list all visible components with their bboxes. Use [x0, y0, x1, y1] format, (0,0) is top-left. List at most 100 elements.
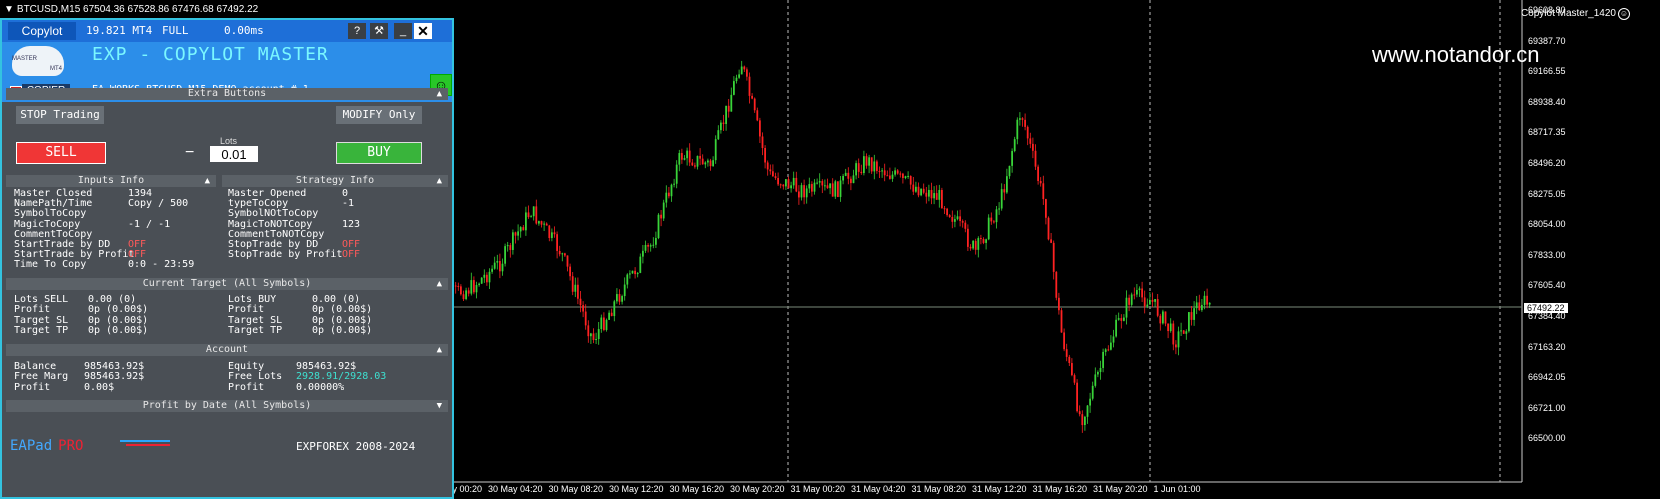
- candle-body: [717, 130, 720, 140]
- collapse-icon[interactable]: ▲: [437, 88, 442, 100]
- candle-body: [694, 165, 696, 167]
- logo-pad-text: Pad: [26, 438, 53, 454]
- candle-body: [701, 158, 704, 165]
- candle-body: [1073, 375, 1076, 383]
- candle-body: [1039, 181, 1042, 184]
- lots-decrease-button[interactable]: −: [185, 144, 194, 162]
- help-button[interactable]: ?: [348, 23, 366, 39]
- candle-body: [553, 232, 556, 235]
- candle-body: [959, 216, 961, 222]
- candle-body: [920, 188, 922, 196]
- candle-body: [831, 183, 834, 197]
- info-key: Target SL: [14, 314, 69, 326]
- candle-body: [948, 215, 951, 217]
- candle-body: [886, 175, 889, 177]
- collapse-icon[interactable]: ▲: [437, 344, 442, 356]
- candle-body: [501, 263, 504, 272]
- candle-body: [954, 219, 956, 222]
- candle-body: [626, 274, 629, 285]
- account-header[interactable]: Account ▲: [6, 344, 448, 356]
- candle-body: [733, 81, 735, 95]
- tab-copylot[interactable]: Copylot: [8, 22, 76, 40]
- info-value: 985463.92$: [84, 361, 145, 372]
- candle-body: [1206, 295, 1208, 305]
- candle-body: [590, 333, 592, 337]
- candle-body: [1068, 356, 1071, 364]
- inputs-info-header[interactable]: Inputs Info ▲: [6, 175, 216, 187]
- candle-body: [1055, 271, 1058, 298]
- candle-body: [1112, 336, 1115, 343]
- modify-only-button[interactable]: MODIFY Only: [336, 106, 422, 124]
- candle-body: [618, 294, 621, 302]
- panel-titlebar[interactable]: Copylot 19.821 MT4 FULL 0.00ms ? ⚒ _ ✕: [2, 20, 452, 42]
- info-key: Target SL: [228, 314, 283, 326]
- info-value: 0p (0.00$): [312, 304, 373, 316]
- close-button[interactable]: ✕: [414, 23, 432, 39]
- info-value: 0p (0.00$): [88, 325, 149, 337]
- candle-body: [922, 188, 925, 193]
- profit-by-date-header[interactable]: Profit by Date (All Symbols) ▼: [6, 400, 448, 412]
- candle-body: [946, 208, 948, 216]
- collapse-icon[interactable]: ▲: [437, 175, 442, 187]
- candle-body: [1164, 311, 1167, 324]
- extra-buttons-header[interactable]: Extra Buttons ▲: [6, 88, 448, 100]
- info-key: Free Lots: [228, 371, 283, 383]
- candle-body: [1159, 315, 1162, 324]
- price-tick-label: 66942.05: [1528, 372, 1566, 383]
- candle-body: [1117, 318, 1120, 320]
- logo-mt4-text: MT4: [50, 66, 62, 72]
- info-key: Balance: [14, 361, 57, 372]
- candle-body: [730, 94, 733, 112]
- sell-button[interactable]: SELL: [16, 142, 106, 164]
- chevron-down-icon[interactable]: ▼: [4, 4, 14, 15]
- candle-body: [1156, 299, 1159, 316]
- stop-trading-button[interactable]: STOP Trading: [16, 106, 104, 124]
- candle-body: [691, 162, 694, 166]
- candle-body: [751, 95, 753, 99]
- candle-body: [1019, 118, 1021, 120]
- candle-body: [1185, 331, 1188, 334]
- price-tick-label: 68938.40: [1528, 96, 1566, 107]
- info-key: Target TP: [14, 325, 69, 337]
- minimize-button[interactable]: _: [394, 23, 412, 39]
- candle-body: [1146, 304, 1149, 307]
- info-value: 0.00000%: [296, 381, 345, 393]
- candle-body: [891, 174, 894, 179]
- candle-body: [462, 294, 465, 300]
- candle-body: [779, 184, 782, 186]
- logo-ea-text: EA: [10, 438, 27, 454]
- candle-body: [873, 161, 876, 172]
- strategy-info-header[interactable]: Strategy Info ▲: [222, 175, 448, 187]
- candle-body: [792, 177, 795, 186]
- candle-body: [1138, 288, 1141, 291]
- buy-button[interactable]: BUY: [336, 142, 422, 164]
- collapse-icon[interactable]: ▲: [205, 175, 210, 187]
- eapad-logo: EAPad PRO: [10, 438, 83, 454]
- candle-body: [499, 260, 501, 272]
- candle-body: [904, 176, 907, 179]
- minimize-icon: _: [399, 25, 407, 37]
- candle-body: [878, 170, 881, 172]
- price-tick-label: 68496.20: [1528, 158, 1566, 168]
- settings-button[interactable]: ⚒: [370, 23, 388, 39]
- candle-body: [662, 202, 665, 219]
- candle-body: [623, 284, 626, 297]
- current-target-header[interactable]: Current Target (All Symbols) ▲: [6, 278, 448, 290]
- candle-body: [493, 262, 496, 269]
- candle-body: [777, 178, 779, 185]
- lots-increase-button[interactable]: +: [246, 144, 255, 162]
- candle-body: [748, 76, 751, 96]
- candle-body: [894, 170, 896, 175]
- candle-body: [1177, 331, 1180, 348]
- candle-body: [1052, 242, 1055, 272]
- candle-body: [1110, 342, 1112, 350]
- candle-body: [803, 185, 805, 198]
- candle-body: [551, 232, 553, 238]
- candle-body: [699, 155, 701, 159]
- candle-body: [847, 172, 850, 179]
- candle-body: [675, 164, 678, 184]
- expand-icon[interactable]: ▼: [437, 400, 442, 412]
- collapse-icon[interactable]: ▲: [437, 278, 442, 290]
- candle-body: [813, 182, 816, 192]
- candle-body: [1104, 349, 1107, 352]
